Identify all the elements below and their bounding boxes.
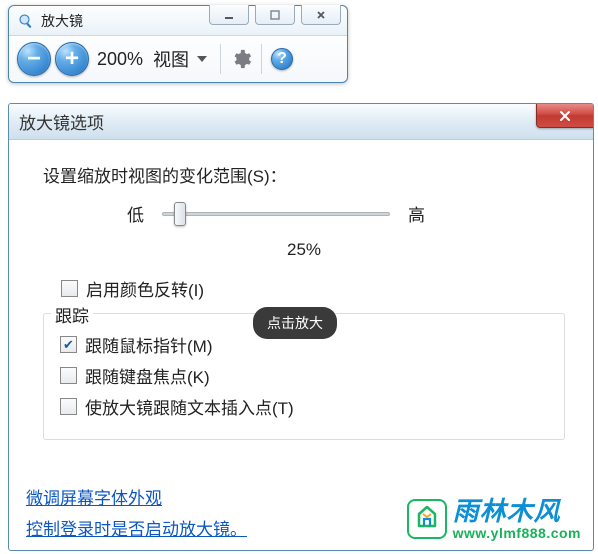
tracking-legend: 跟踪	[51, 302, 93, 327]
magnifier-title: 放大镜	[41, 11, 83, 31]
invert-colors-checkbox[interactable]	[61, 280, 78, 297]
brand-name: 雨林木风	[453, 498, 581, 524]
track-keyboard-checkbox[interactable]	[60, 367, 77, 384]
scale-range-label: 设置缩放时视图的变化范围(S)：	[43, 162, 565, 187]
close-button[interactable]	[301, 5, 341, 25]
close-icon	[558, 110, 572, 122]
zoom-slider[interactable]	[162, 203, 390, 225]
view-dropdown-label[interactable]: 视图	[153, 46, 189, 72]
options-body: 设置缩放时视图的变化范围(S)： 低 高 25% 启用颜色反转(I) 跟踪 跟随…	[9, 140, 593, 450]
window-controls	[209, 5, 341, 25]
track-keyboard-row: 跟随键盘焦点(K)	[60, 363, 548, 388]
zoom-value: 200%	[97, 49, 143, 70]
zoom-out-button[interactable]: −	[17, 42, 51, 76]
brand-url: www.ylmf888.com	[453, 526, 581, 540]
help-icon: ?	[271, 48, 293, 70]
magnifier-app-icon	[17, 12, 35, 30]
slider-value-label: 25%	[43, 240, 565, 260]
gear-icon	[230, 48, 252, 70]
zoom-tooltip: 点击放大	[253, 307, 337, 339]
track-textinsert-checkbox[interactable]	[60, 398, 77, 415]
magnifier-titlebar[interactable]: 放大镜	[9, 6, 347, 36]
login-control-link[interactable]: 控制登录时是否启动放大镜。	[26, 515, 247, 540]
options-titlebar[interactable]: 放大镜选项	[9, 104, 593, 140]
track-textinsert-label: 使放大镜跟随文本插入点(T)	[85, 394, 294, 419]
slider-high-label: 高	[408, 201, 425, 226]
dialog-close-button[interactable]	[536, 103, 594, 128]
invert-colors-label: 启用颜色反转(I)	[86, 276, 204, 301]
help-button[interactable]: ?	[267, 44, 297, 74]
bottom-links: 微调屏幕字体外观 控制登录时是否启动放大镜。	[26, 484, 247, 540]
track-mouse-label: 跟随鼠标指针(M)	[85, 332, 212, 357]
zoom-slider-row: 低 高	[127, 201, 565, 226]
magnifier-toolbar: − + 200% 视图 ?	[9, 36, 347, 82]
options-title: 放大镜选项	[19, 109, 104, 134]
minimize-button[interactable]	[209, 5, 249, 25]
toolbar-separator	[261, 44, 262, 74]
settings-button[interactable]	[226, 44, 256, 74]
minus-icon: −	[27, 45, 41, 73]
track-keyboard-label: 跟随键盘焦点(K)	[85, 363, 210, 388]
brand-logo-icon	[407, 499, 447, 539]
zoom-in-button[interactable]: +	[55, 42, 89, 76]
track-mouse-checkbox[interactable]	[60, 336, 77, 353]
watermark: 雨林木风 www.ylmf888.com	[407, 498, 581, 540]
chevron-down-icon[interactable]	[197, 56, 207, 62]
plus-icon: +	[65, 45, 79, 73]
toolbar-separator	[220, 44, 221, 74]
track-textinsert-row: 使放大镜跟随文本插入点(T)	[60, 394, 548, 419]
font-tuning-link[interactable]: 微调屏幕字体外观	[26, 484, 247, 509]
slider-low-label: 低	[127, 201, 144, 226]
slider-thumb[interactable]	[174, 202, 186, 226]
invert-colors-row: 启用颜色反转(I)	[61, 276, 565, 301]
maximize-button[interactable]	[255, 5, 295, 25]
slider-track-line	[162, 212, 390, 216]
magnifier-window: 放大镜 − + 200% 视图 ?	[8, 5, 348, 83]
